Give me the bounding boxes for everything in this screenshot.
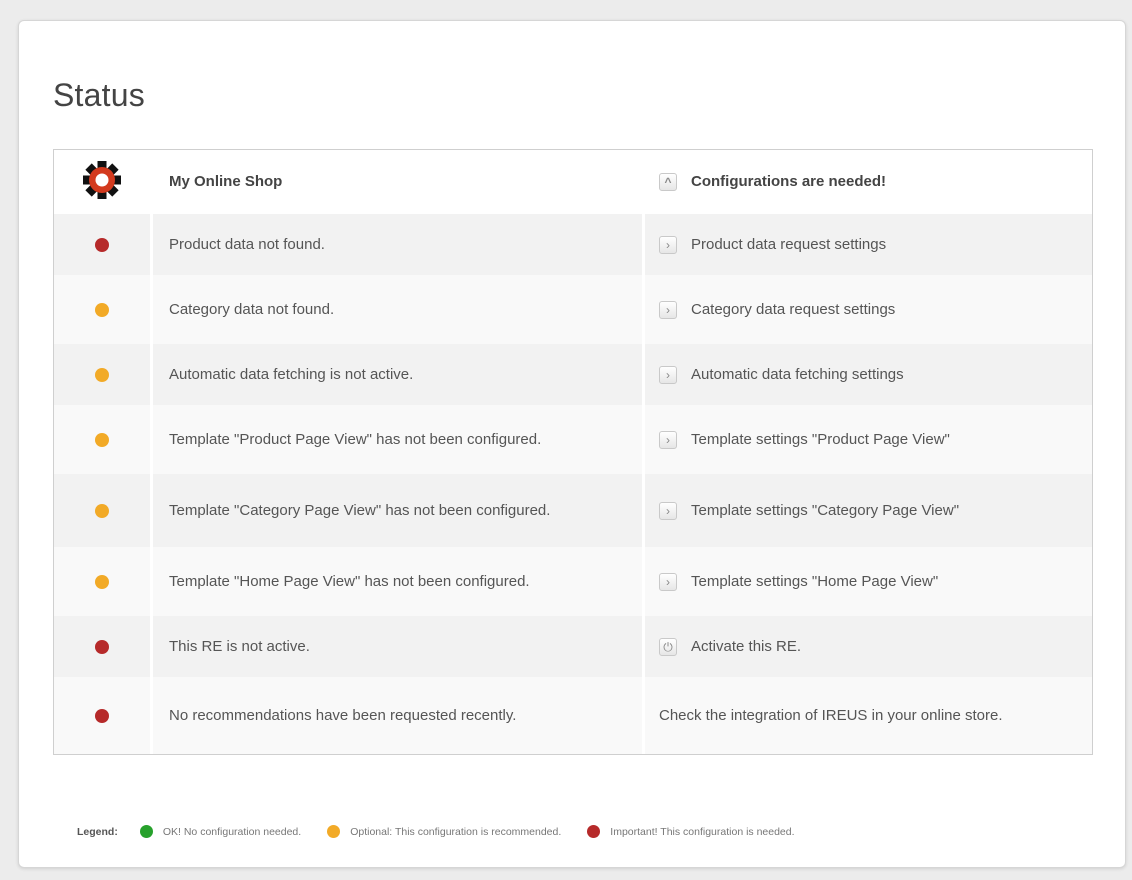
action-link[interactable]: Template settings "Product Page View" [691,430,950,450]
status-message: Category data not found. [169,300,335,318]
legend: Legend: OK! No configuration needed. Opti… [77,825,821,838]
chevron-up-icon[interactable]: ^ [659,173,677,191]
shop-name-cell: My Online Shop [153,150,642,214]
table-row: Template "Home Page View" has not been c… [54,547,1092,616]
action-link[interactable]: Product data request settings [691,235,886,255]
action-link[interactable]: Automatic data fetching settings [691,365,904,385]
shop-name: My Online Shop [169,173,283,190]
action-link[interactable]: Template settings "Category Page View" [691,501,959,521]
legend-text: Optional: This configuration is recommen… [350,825,562,838]
message-cell: No recommendations have been requested r… [153,677,642,754]
gear-icon [82,160,122,204]
status-dot-icon [95,503,109,518]
legend-item: OK! No configuration needed. [139,825,302,838]
message-cell: This RE is not active. [153,616,642,677]
legend-item: Optional: This configuration is recommen… [327,825,561,838]
status-panel: Status My Online Shop ^ Configurations a… [18,20,1126,868]
status-rows: Product data not found. › Product data req… [54,214,1092,754]
status-dot-icon [95,302,109,317]
legend-text: OK! No configuration needed. [162,825,302,838]
action-cell: › Template settings "Home Page View" [645,547,1092,616]
status-message: Automatic data fetching is not active. [169,365,414,383]
chevron-right-icon[interactable]: › [659,501,677,520]
severity-cell [54,344,150,405]
table-row: Automatic data fetching is not active. › A… [54,344,1092,405]
action-link[interactable]: Category data request settings [691,300,895,320]
table-row: Template "Product Page View" has not bee… [54,405,1092,474]
action-cell: Check the integration of IREUS in your o… [645,677,1092,754]
severity-cell [54,547,150,616]
status-dot-icon [95,708,109,723]
status-message: Template "Product Page View" has not bee… [169,430,542,448]
table-row: Product data not found. › Product data req… [54,214,1092,275]
status-message: This RE is not active. [169,637,310,655]
chevron-right-icon[interactable]: › [659,365,677,384]
message-cell: Template "Category Page View" has not be… [153,474,642,547]
status-dot-icon [327,825,341,838]
action-cell: › Template settings "Product Page View" [645,405,1092,474]
message-cell: Template "Home Page View" has not been c… [153,547,642,616]
page-title: Status [53,77,145,113]
action-cell: › Product data request settings [645,214,1092,275]
status-dot-icon [139,825,153,838]
status-dot-icon [95,237,109,252]
table-row: No recommendations have been requested r… [54,677,1092,754]
action-link[interactable]: Activate this RE. [691,637,801,657]
status-dot-icon [95,432,109,447]
status-dot-icon [587,825,601,838]
message-cell: Template "Product Page View" has not bee… [153,405,642,474]
status-table: My Online Shop ^ Configurations are need… [53,149,1093,755]
legend-items: OK! No configuration needed. Optional: Th… [139,825,821,838]
chevron-right-icon[interactable]: › [659,572,677,591]
severity-cell [54,214,150,275]
action-cell: › Template settings "Category Page View" [645,474,1092,547]
severity-cell [54,474,150,547]
status-message: No recommendations have been requested r… [169,706,517,724]
status-message: Template "Home Page View" has not been c… [169,572,530,590]
legend-item: Important! This configuration is needed. [587,825,795,838]
message-cell: Product data not found. [153,214,642,275]
status-message: Product data not found. [169,235,325,253]
action-cell: › Category data request settings [645,275,1092,344]
legend-label: Legend: [77,825,118,838]
table-row: This RE is not active. ⏻ Activate this RE. [54,616,1092,677]
status-dot-icon [95,639,109,654]
table-row: Template "Category Page View" has not be… [54,474,1092,547]
legend-text: Important! This configuration is needed. [610,825,795,838]
message-cell: Category data not found. [153,275,642,344]
message-cell: Automatic data fetching is not active. [153,344,642,405]
action-hint: Check the integration of IREUS in your o… [659,706,1003,724]
action-cell: › Automatic data fetching settings [645,344,1092,405]
table-header-row: My Online Shop ^ Configurations are need… [54,150,1092,214]
status-dot-icon [95,574,109,589]
status-message: Template "Category Page View" has not be… [169,501,551,519]
status-dot-icon [95,367,109,382]
action-link[interactable]: Template settings "Home Page View" [691,572,938,592]
table-row: Category data not found. › Category data r… [54,275,1092,344]
severity-cell [54,616,150,677]
gear-icon-cell [54,150,150,214]
chevron-right-icon[interactable]: › [659,300,677,319]
severity-cell [54,275,150,344]
chevron-right-icon[interactable]: › [659,235,677,254]
power-icon[interactable]: ⏻ [659,637,677,656]
status-summary-cell: ^ Configurations are needed! [645,150,1092,214]
chevron-right-icon[interactable]: › [659,430,677,449]
severity-cell [54,405,150,474]
severity-cell [54,677,150,754]
status-message: Configurations are needed! [691,173,887,190]
action-cell: ⏻ Activate this RE. [645,616,1092,677]
